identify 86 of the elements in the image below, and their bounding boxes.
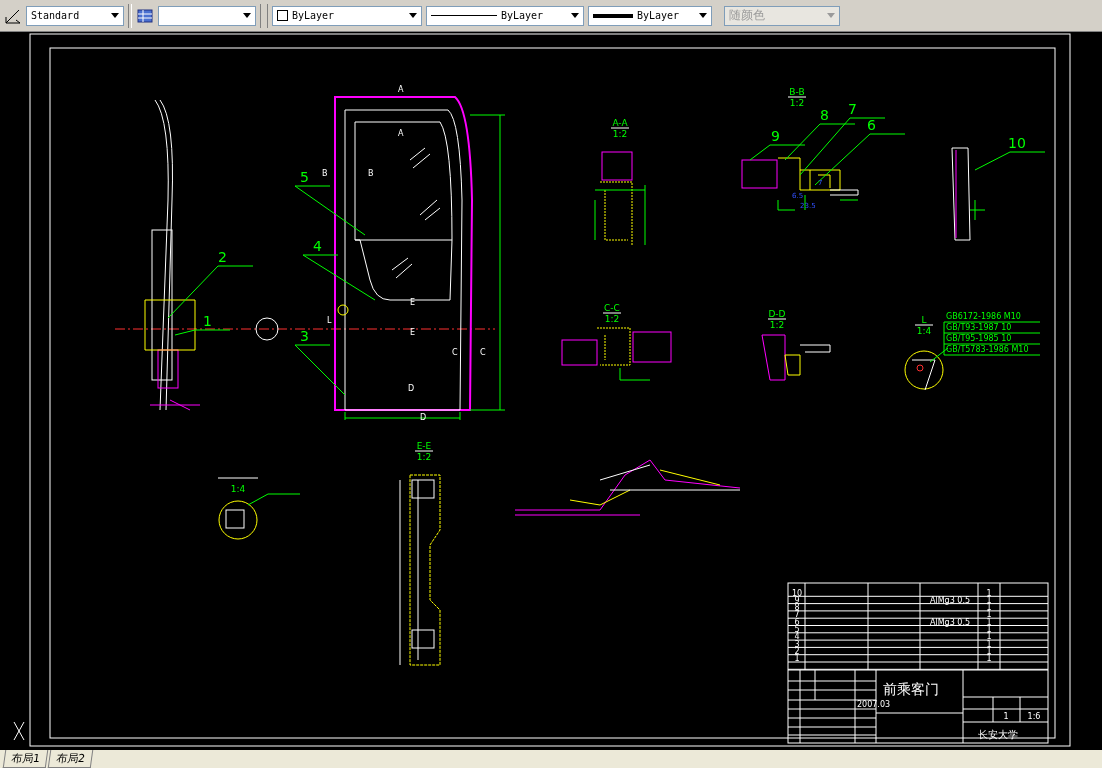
section-mark: E <box>410 298 416 307</box>
section-mark: B <box>322 169 328 178</box>
bom-material: AlMg3 0.5 <box>930 617 971 627</box>
bom-quantity: 1 <box>986 588 992 598</box>
text-style-dropdown[interactable]: Standard <box>26 5 124 26</box>
part-number: 6 <box>867 117 876 133</box>
caret-icon <box>111 13 119 18</box>
table-style-icon[interactable] <box>136 6 154 25</box>
leader-line <box>294 344 346 396</box>
bom-item-number: 2 <box>794 646 800 656</box>
part-number: 5 <box>300 169 309 185</box>
part-number: 10 <box>1008 135 1026 151</box>
layout-tab[interactable]: 布局1 <box>2 750 49 768</box>
section-mark-circle <box>255 317 279 341</box>
section-d-drawing <box>761 334 831 381</box>
caret-icon <box>827 13 835 18</box>
scale-label: 1:2 <box>604 314 620 324</box>
bom-item-number: 8 <box>794 603 800 613</box>
bom-material: AlMg3 0.5 <box>930 595 971 605</box>
section-title: E-E <box>416 441 432 451</box>
color-dropdown[interactable]: ByLayer <box>272 5 422 26</box>
part-number: 7 <box>848 101 857 117</box>
section-mark: B <box>368 169 374 178</box>
bom-quantity: 1 <box>986 632 992 642</box>
bom-quantity: 1 <box>986 654 992 664</box>
sheet-number: 1 <box>1003 712 1009 721</box>
standard-part-label: GB/T5783-1986 M10 <box>946 345 1029 354</box>
standard-part-label: GB/T95-1985 10 <box>946 334 1012 343</box>
leader-line <box>974 151 1046 171</box>
standard-part-label: GB6172-1986 M10 <box>946 312 1021 321</box>
drawing-name: 前乘客门 <box>883 681 939 697</box>
part-number: 3 <box>300 328 309 344</box>
style-dropdown[interactable] <box>158 5 256 26</box>
bom-quantity: 1 <box>986 610 992 620</box>
caret-icon <box>243 13 251 18</box>
section-title: C-C <box>604 303 620 313</box>
section-mark: L <box>327 316 332 325</box>
bom-item-number: 7 <box>794 610 800 620</box>
linetype-dropdown[interactable]: ByLayer <box>426 5 584 26</box>
section-mark: C <box>480 348 486 357</box>
part-number: 1 <box>203 313 212 329</box>
part-number: 9 <box>771 128 780 144</box>
section-mark: A <box>398 129 404 138</box>
caret-icon <box>571 13 579 18</box>
bom-item-number: 3 <box>794 639 800 649</box>
leader-line <box>294 185 366 236</box>
part-number: 2 <box>218 249 227 265</box>
line-sample-icon <box>431 15 497 16</box>
bom-item-number: 9 <box>794 595 800 605</box>
bom-quantity: 1 <box>986 595 992 605</box>
toolbar-grip[interactable] <box>260 3 268 28</box>
section-title: B-B <box>789 87 805 97</box>
part-number: 4 <box>313 238 322 254</box>
line-sample-icon <box>593 13 633 18</box>
date-text: 2007.03 <box>857 700 891 709</box>
scale-label: 1:4 <box>230 484 246 494</box>
scale-label: 1:4 <box>916 326 932 336</box>
section-title: D-D <box>768 309 786 319</box>
leader-line <box>174 329 231 336</box>
bom-item-number: 1 <box>794 654 800 664</box>
scale-label: 1:2 <box>416 452 432 462</box>
scale-value: 1:6 <box>1027 712 1041 721</box>
lineweight-dropdown[interactable]: ByLayer <box>588 5 712 26</box>
scale-label: 1:2 <box>769 320 785 330</box>
part-number: 8 <box>820 107 829 123</box>
section-mark: D <box>408 384 415 393</box>
bom-item-number: 10 <box>791 588 803 598</box>
scale-label: 1:2 <box>612 129 628 139</box>
section-title: L <box>921 315 927 325</box>
school-name: 长安大学 <box>978 729 1018 740</box>
bom-item-number: 4 <box>794 632 800 642</box>
bom-quantity: 1 <box>986 646 992 656</box>
caret-icon <box>409 13 417 18</box>
ucs-icon <box>13 721 25 741</box>
section-mark: A <box>398 85 404 94</box>
section-mark: E <box>410 328 416 337</box>
section-mark: D <box>420 413 427 422</box>
standard-part-label: GB/T93-1987 10 <box>946 323 1012 332</box>
layout-tab[interactable]: 布局2 <box>47 750 94 768</box>
bom-quantity: 1 <box>986 639 992 649</box>
section-mark: C <box>452 348 458 357</box>
color-swatch-icon <box>277 10 288 21</box>
bom-quantity: 1 <box>986 603 992 613</box>
section-title: A-A <box>612 118 628 128</box>
scale-label: 1:2 <box>789 98 805 108</box>
caret-icon <box>699 13 707 18</box>
